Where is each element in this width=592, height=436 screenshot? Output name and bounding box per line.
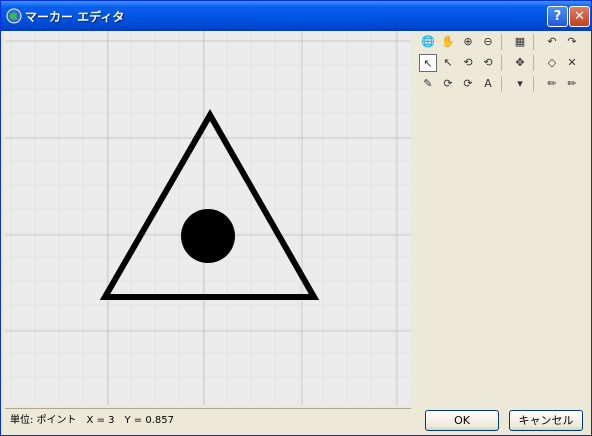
toolbar-separator [501,55,502,71]
zoom-out-icon[interactable]: ⊖ [479,33,497,51]
status-bar: 単位: ポイント X = 3 Y = 0.857 [5,408,411,429]
delete-icon[interactable]: ✕ [563,54,581,72]
direct-select-icon[interactable]: ↖ [439,54,457,72]
lasso-select-alt-icon[interactable]: ⟲ [479,54,497,72]
undo-icon[interactable]: ↶ [543,33,561,51]
rotate-alt-icon[interactable]: ⟳ [459,75,477,93]
status-coordinates: 単位: ポイント X = 3 Y = 0.857 [10,415,174,426]
marker-editor-window: マーカー エディタ ? ✕ 🌐 ✋ ⊕ ⊖ ▦ ↶ ↷ ↖ ↖ ⟲ ⟲ ✥ ◇ ✕ ✎ ⟳ ⟳ A ▾ ✏ ✏ 単位: … [0,0,592,436]
title-bar[interactable]: マーカー エディタ ? ✕ [1,1,591,31]
toolbar-separator [533,76,534,92]
redo-icon[interactable]: ↷ [563,33,581,51]
zoom-in-icon[interactable]: ⊕ [459,33,477,51]
select-arrow-icon[interactable]: ↖ [419,54,437,72]
hand-pan-icon[interactable]: ✋ [439,33,457,51]
grid-icon[interactable]: ▦ [511,33,529,51]
globe-icon[interactable]: 🌐 [419,33,437,51]
toolbar-separator [533,55,534,71]
window-title: マーカー エディタ [25,10,125,24]
cancel-button[interactable]: キャンセル [509,410,583,431]
drawing-canvas[interactable] [5,31,411,405]
ok-button[interactable]: OK [425,410,499,431]
toolbar-separator [533,34,534,50]
help-button[interactable]: ? [547,6,568,27]
app-globe-icon [6,8,22,24]
pencil-alt-icon[interactable]: ✏ [563,75,581,93]
canvas-grid [5,31,411,405]
triangle-marker[interactable] [99,108,320,300]
tool-palette: 🌐 ✋ ⊕ ⊖ ▦ ↶ ↷ ↖ ↖ ⟲ ⟲ ✥ ◇ ✕ ✎ ⟳ ⟳ A ▾ ✏ ✏ [415,31,591,111]
toolbar-separator [501,34,502,50]
eraser-icon[interactable]: ◇ [543,54,561,72]
pen-add-point-icon[interactable]: ✎ [419,75,437,93]
move-icon[interactable]: ✥ [511,54,529,72]
dropdown-arrow-icon[interactable]: ▾ [511,75,529,93]
text-tool-icon[interactable]: A [479,75,497,93]
circle-marker[interactable] [181,209,235,263]
rotate-icon[interactable]: ⟳ [439,75,457,93]
pencil-icon[interactable]: ✏ [543,75,561,93]
toolbar-separator [501,76,502,92]
lasso-select-icon[interactable]: ⟲ [459,54,477,72]
close-button[interactable]: ✕ [569,6,590,27]
